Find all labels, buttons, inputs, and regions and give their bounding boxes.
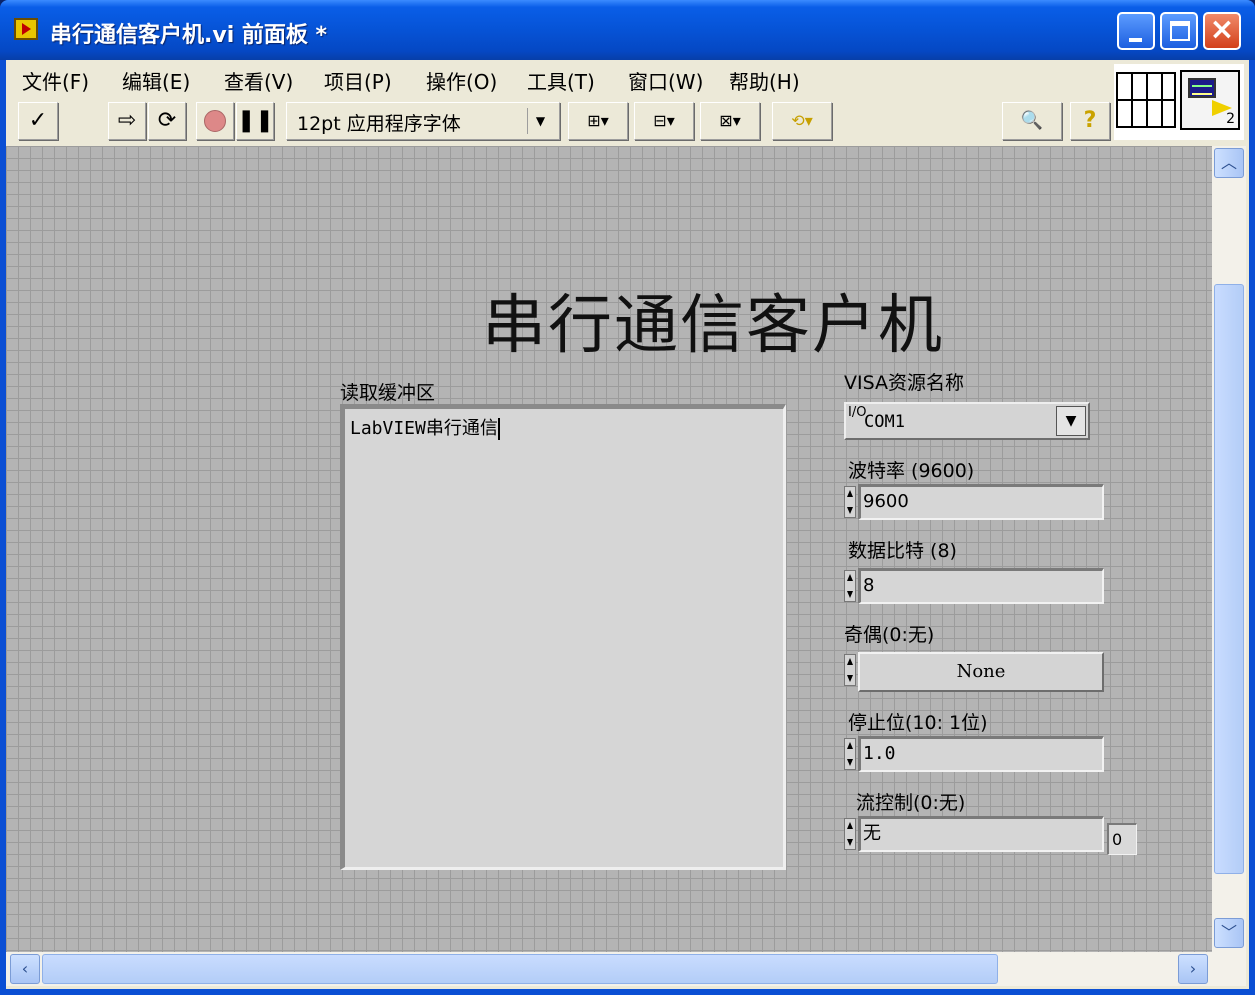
chevron-right-icon: › xyxy=(1189,959,1197,978)
stop-bits-field[interactable]: 1.0 xyxy=(858,736,1104,772)
text-caret xyxy=(497,418,500,440)
font-selector[interactable]: 12pt 应用程序字体 ▼ xyxy=(286,102,560,140)
connector-pane[interactable]: 2 xyxy=(1114,64,1244,140)
baud-rate-field[interactable]: 9600 xyxy=(858,484,1104,520)
parity-control[interactable]: None xyxy=(844,652,1106,694)
chevron-down-icon: ﹀ xyxy=(1220,923,1237,942)
read-buffer-indicator[interactable]: LabVIEW串行通信 xyxy=(340,404,786,870)
data-bits-control[interactable]: 8 xyxy=(844,568,1106,606)
checkmark-icon: ✓ xyxy=(28,108,48,133)
run-button[interactable]: ⇨ xyxy=(108,102,146,140)
scroll-up-button[interactable]: ︿ xyxy=(1214,148,1244,178)
read-buffer-label: 读取缓冲区 xyxy=(340,382,436,404)
flow-control-field[interactable]: 无 xyxy=(858,816,1104,852)
menu-window[interactable]: 窗口(W) xyxy=(628,66,703,95)
vi-icon-number: 2 xyxy=(1226,111,1235,127)
run-continuously-button[interactable]: ⟳ xyxy=(148,102,186,140)
help-icon: ? xyxy=(1083,108,1097,133)
horizontal-scrollbar[interactable]: ‹ › xyxy=(6,952,1212,986)
vertical-scroll-thumb[interactable] xyxy=(1214,284,1244,874)
align-icon: ⊞▾ xyxy=(587,111,609,130)
flow-control-label: 流控制(0:无) xyxy=(856,792,966,814)
read-buffer-text: LabVIEW串行通信 xyxy=(350,414,500,440)
scroll-down-button[interactable]: ﹀ xyxy=(1214,918,1244,948)
vi-icon-screen xyxy=(1188,78,1216,98)
labview-window: 串行通信客户机.vi 前面板 * × 文件(F) 编辑(E) 查看(V) 项目(… xyxy=(0,0,1255,995)
window-title: 串行通信客户机.vi 前面板 * xyxy=(50,23,328,48)
vi-icon[interactable]: 2 xyxy=(1180,70,1240,130)
run-arrow-icon: ⇨ xyxy=(117,108,137,133)
vertical-scrollbar[interactable]: ︿ ﹀ xyxy=(1212,146,1246,952)
visa-resource-value: COM1 xyxy=(864,412,905,432)
font-selector-value: 12pt 应用程序字体 xyxy=(297,113,461,135)
flow-control-digital-display: 0 xyxy=(1107,823,1137,855)
maximize-icon xyxy=(1170,21,1190,41)
baud-rate-stepper[interactable] xyxy=(844,486,856,518)
panel-title: 串行通信客户机 xyxy=(482,289,944,363)
context-help-button[interactable]: ? xyxy=(1070,102,1110,140)
maximize-button[interactable] xyxy=(1160,12,1198,50)
horizontal-scroll-thumb[interactable] xyxy=(42,954,998,984)
resize-objects-button[interactable]: ⊠▾ xyxy=(700,102,760,140)
flow-control-stepper[interactable] xyxy=(844,818,856,850)
menu-tools[interactable]: 工具(T) xyxy=(527,66,595,95)
minimize-button[interactable] xyxy=(1117,12,1155,50)
menu-edit[interactable]: 编辑(E) xyxy=(122,66,190,95)
stop-bits-control[interactable]: 1.0 xyxy=(844,736,1106,774)
front-panel-grid[interactable]: 串行通信客户机 读取缓冲区 LabVIEW串行通信 VISA资源名称 I/O C… xyxy=(6,146,1212,952)
menu-file[interactable]: 文件(F) xyxy=(22,66,89,95)
toolbar: ✓ ⇨ ⟳ ❚❚ 12pt 应用程序字体 ▼ ⊞▾ ⊟▾ ⊠▾ ⟲▾ 🔍 ? xyxy=(6,98,1114,144)
abort-icon xyxy=(204,110,226,132)
chevron-up-icon: ︿ xyxy=(1220,153,1237,172)
parity-ring-value[interactable]: None xyxy=(858,652,1104,692)
distribute-objects-button[interactable]: ⊟▾ xyxy=(634,102,694,140)
title-bar[interactable]: 串行通信客户机.vi 前面板 * × xyxy=(0,0,1255,60)
menu-bar: 文件(F) 编辑(E) 查看(V) 项目(P) 操作(O) 工具(T) 窗口(W… xyxy=(6,60,1114,96)
visa-resource-label: VISA资源名称 xyxy=(844,372,965,394)
abort-button[interactable] xyxy=(196,102,234,140)
baud-rate-control[interactable]: 9600 xyxy=(844,484,1106,522)
flow-control-control[interactable]: 无 xyxy=(844,816,1106,854)
run-continuously-icon: ⟳ xyxy=(157,108,177,133)
stop-bits-label: 停止位(10: 1位) xyxy=(848,712,988,734)
resize-grip[interactable] xyxy=(1212,952,1246,986)
labview-app-icon[interactable] xyxy=(14,18,38,40)
data-bits-field[interactable]: 8 xyxy=(858,568,1104,604)
align-objects-button[interactable]: ⊞▾ xyxy=(568,102,628,140)
distribute-icon: ⊟▾ xyxy=(653,111,675,130)
close-button[interactable]: × xyxy=(1203,12,1241,50)
scroll-right-button[interactable]: › xyxy=(1178,954,1208,984)
menu-help[interactable]: 帮助(H) xyxy=(729,66,800,95)
data-bits-label: 数据比特 (8) xyxy=(848,540,957,562)
parity-label: 奇偶(0:无) xyxy=(844,624,935,646)
chevron-left-icon: ‹ xyxy=(21,959,29,978)
data-bits-stepper[interactable] xyxy=(844,570,856,602)
connector-grid[interactable] xyxy=(1116,72,1176,128)
baud-rate-label: 波特率 (9600) xyxy=(848,460,975,482)
menu-operate[interactable]: 操作(O) xyxy=(426,66,497,95)
pause-icon: ❚❚ xyxy=(237,108,274,133)
menu-project[interactable]: 项目(P) xyxy=(324,66,392,95)
resize-icon: ⊠▾ xyxy=(719,111,741,130)
menu-view[interactable]: 查看(V) xyxy=(224,66,293,95)
window-client: 文件(F) 编辑(E) 查看(V) 项目(P) 操作(O) 工具(T) 窗口(W… xyxy=(6,60,1249,989)
minimize-icon xyxy=(1129,38,1142,42)
checkmark-button[interactable]: ✓ xyxy=(18,102,58,140)
chevron-down-icon[interactable]: ▼ xyxy=(527,108,553,134)
reorder-icon: ⟲▾ xyxy=(791,111,813,130)
close-icon: × xyxy=(1209,12,1235,47)
stop-bits-stepper[interactable] xyxy=(844,738,856,770)
visa-resource-control[interactable]: I/O COM1 ▼ xyxy=(844,402,1090,440)
read-buffer-value: LabVIEW串行通信 xyxy=(350,418,498,439)
reorder-button[interactable]: ⟲▾ xyxy=(772,102,832,140)
scroll-left-button[interactable]: ‹ xyxy=(10,954,40,984)
search-icon: 🔍 xyxy=(1020,110,1044,131)
search-button[interactable]: 🔍 xyxy=(1002,102,1062,140)
pause-button[interactable]: ❚❚ xyxy=(236,102,274,140)
chevron-down-icon[interactable]: ▼ xyxy=(1056,406,1086,436)
parity-stepper[interactable] xyxy=(844,654,856,686)
